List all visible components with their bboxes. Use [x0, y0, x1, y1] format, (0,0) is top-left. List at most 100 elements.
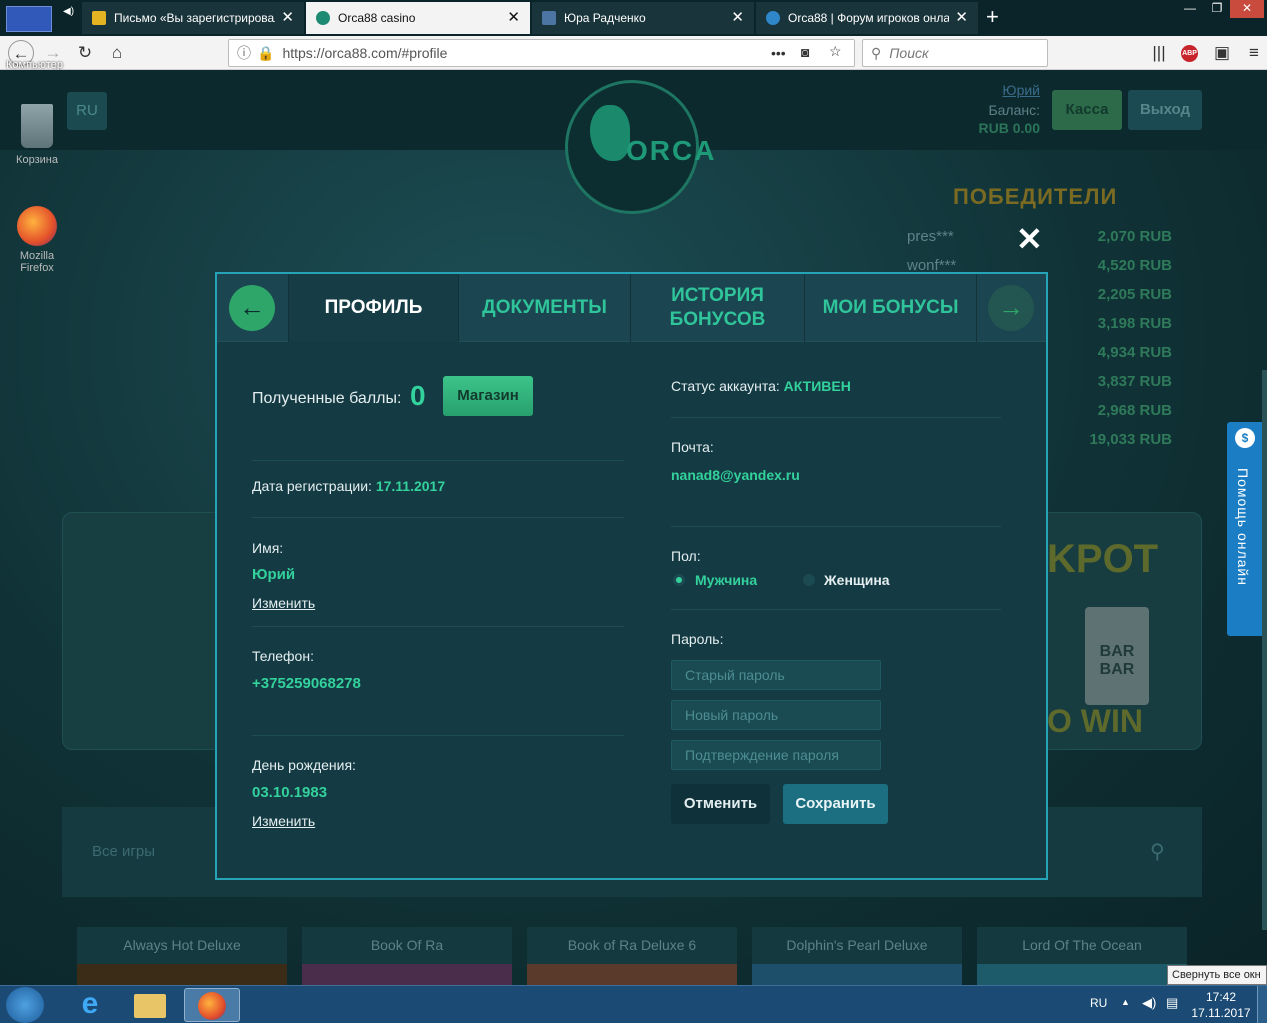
- volume-icon[interactable]: ◀): [1142, 995, 1156, 1011]
- pocket-icon[interactable]: ◙: [801, 44, 809, 60]
- tab-my-bonuses[interactable]: МОИ БОНУСЫ: [805, 274, 977, 342]
- tray-arrow-icon[interactable]: ▲: [1121, 997, 1130, 1007]
- orca-fish-icon: [590, 105, 630, 161]
- close-tab-icon[interactable]: ✕: [731, 10, 744, 25]
- cancel-button[interactable]: Отменить: [671, 784, 770, 824]
- account-status-value: АКТИВЕН: [783, 378, 851, 394]
- change-birthday-link[interactable]: Изменить: [252, 813, 315, 829]
- points-value: 0: [410, 380, 426, 411]
- arrow-left-icon[interactable]: ←: [229, 285, 275, 331]
- home-icon[interactable]: ⌂: [104, 40, 130, 66]
- firefox-icon: [198, 992, 226, 1020]
- browser-search-input[interactable]: ⚲ Поиск: [862, 39, 1048, 67]
- profile-modal: ← ПРОФИЛЬ ДОКУМЕНТЫ ИСТОРИЯ БОНУСОВ МОИ …: [215, 272, 1048, 880]
- menu-icon[interactable]: ≡: [1241, 40, 1267, 66]
- clock-date[interactable]: 17.11.2017: [1190, 1006, 1252, 1020]
- close-tab-icon[interactable]: ✕: [281, 10, 294, 25]
- email-value: nanad8@yandex.ru: [671, 467, 800, 483]
- old-password-input[interactable]: Старый пароль: [671, 660, 881, 690]
- browser-tab-bar: ◀) Письмо «Вы зарегистрировал ✕ Orca88 c…: [0, 0, 1267, 36]
- page-actions-icon[interactable]: •••: [771, 45, 786, 61]
- network-icon[interactable]: ▤: [1166, 995, 1178, 1011]
- minimize-icon[interactable]: —: [1176, 0, 1204, 18]
- url-bar[interactable]: ⓘ 🔒 https://orca88.com/#profile ••• ◙ ☆: [228, 39, 855, 67]
- search-icon: ⚲: [871, 44, 882, 61]
- search-icon[interactable]: ⚲: [1150, 839, 1165, 864]
- radio-checked-icon: [673, 574, 685, 586]
- game-card[interactable]: Lord Of The Ocean: [977, 927, 1187, 985]
- maximize-icon[interactable]: ❐: [1203, 0, 1231, 18]
- ie-icon[interactable]: e: [62, 988, 118, 1022]
- explorer-icon[interactable]: [122, 988, 178, 1022]
- cashier-button[interactable]: Касса: [1052, 90, 1122, 130]
- show-desktop-button[interactable]: [1257, 986, 1267, 1023]
- tab-vk[interactable]: Юра Радченко ✕: [532, 2, 754, 34]
- folder-icon: [134, 994, 166, 1018]
- name-value: Юрий: [252, 566, 296, 583]
- new-password-input[interactable]: Новый пароль: [671, 700, 881, 730]
- adblock-icon[interactable]: ABP: [1181, 45, 1198, 62]
- language-button[interactable]: RU: [67, 92, 107, 130]
- orca-logo[interactable]: ORCA: [565, 80, 714, 214]
- change-name-link[interactable]: Изменить: [252, 595, 315, 611]
- orca-icon: [316, 11, 330, 25]
- games-search-placeholder: Все игры: [92, 843, 155, 860]
- email-label: Почта:: [671, 439, 714, 455]
- birthday-value: 03.10.1983: [252, 784, 328, 801]
- close-window-icon[interactable]: ✕: [1230, 0, 1264, 18]
- tab-documents[interactable]: ДОКУМЕНТЫ: [459, 274, 631, 342]
- tab-mail[interactable]: Письмо «Вы зарегистрировал ✕: [82, 2, 304, 34]
- firefox-shortcut[interactable]: Mozilla Firefox: [8, 206, 66, 274]
- tab-orca88[interactable]: Orca88 casino ✕: [306, 2, 530, 34]
- birthday-label: День рождения:: [252, 757, 356, 773]
- logout-button[interactable]: Выход: [1128, 90, 1202, 130]
- phone-value: +375259068278: [252, 675, 361, 692]
- game-card[interactable]: Book Of Ra: [302, 927, 512, 985]
- save-button[interactable]: Сохранить: [783, 784, 888, 824]
- tab-bonus-history[interactable]: ИСТОРИЯ БОНУСОВ: [631, 274, 805, 342]
- new-tab-button[interactable]: +: [986, 4, 999, 30]
- recycle-bin[interactable]: Корзина: [8, 104, 66, 166]
- library-icon[interactable]: |||: [1146, 40, 1172, 66]
- name-label: Имя:: [252, 540, 284, 556]
- registration-date-value: 17.11.2017: [375, 478, 446, 494]
- logo-text: ORCA: [626, 135, 717, 166]
- arrow-right-icon[interactable]: →: [988, 285, 1034, 331]
- divider: [671, 526, 1001, 527]
- close-tab-icon[interactable]: ✕: [955, 10, 968, 25]
- modal-close-button[interactable]: ✕: [1016, 220, 1043, 258]
- bookmark-star-icon[interactable]: ☆: [829, 43, 842, 60]
- recycle-bin-icon: [21, 104, 53, 148]
- reload-icon[interactable]: ↻: [72, 40, 98, 66]
- sidebar-icon[interactable]: ▣: [1209, 40, 1235, 66]
- jackpot-banner[interactable]: KPOT BAR BAR O WIN: [1040, 512, 1202, 750]
- game-card[interactable]: Dolphin's Pearl Deluxe: [752, 927, 962, 985]
- confirm-password-input[interactable]: Подтверждение пароля: [671, 740, 881, 770]
- speaker-icon[interactable]: ◀): [63, 6, 74, 17]
- gender-female-radio[interactable]: Женщина: [803, 572, 890, 588]
- game-card[interactable]: Always Hot Deluxe: [77, 927, 287, 985]
- divider: [252, 626, 624, 627]
- game-card[interactable]: Book of Ra Deluxe 6: [527, 927, 737, 985]
- tab-forum[interactable]: Orca88 | Форум игроков онла ✕: [756, 2, 978, 34]
- game-thumbnail: [977, 964, 1187, 985]
- gender-male-radio[interactable]: Мужчина: [673, 572, 757, 588]
- help-online-button[interactable]: $ Помощь онлайн: [1227, 422, 1263, 636]
- firefox-icon: [17, 206, 57, 246]
- firefox-taskbar-icon[interactable]: [184, 988, 240, 1022]
- vk-icon: [542, 11, 556, 25]
- lock-icon: 🔒: [257, 44, 275, 61]
- clock-time[interactable]: 17:42: [1190, 990, 1252, 1004]
- phone-label: Телефон:: [252, 648, 314, 664]
- winners-title: ПОБЕДИТЕЛИ: [953, 184, 1118, 209]
- input-language[interactable]: RU: [1090, 996, 1107, 1010]
- user-name-link[interactable]: Юрий: [985, 82, 1040, 98]
- game-thumbnail: [77, 964, 287, 985]
- close-tab-icon[interactable]: ✕: [507, 10, 520, 25]
- tab-profile[interactable]: ПРОФИЛЬ: [289, 274, 459, 342]
- page-scrollbar[interactable]: [1262, 370, 1267, 930]
- shop-button[interactable]: Магазин: [443, 376, 533, 416]
- promo-banner-left[interactable]: [62, 512, 222, 750]
- info-icon[interactable]: ⓘ: [237, 43, 251, 63]
- start-button[interactable]: [6, 987, 44, 1023]
